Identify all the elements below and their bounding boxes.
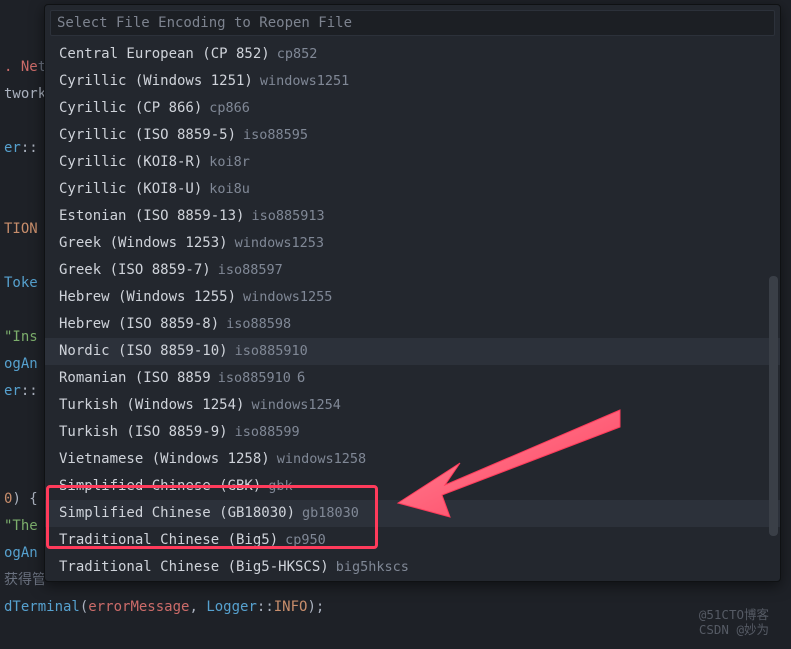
encoding-option-label: Estonian (ISO 8859-13): [59, 203, 244, 230]
encoding-option-id: iso88598: [226, 311, 291, 338]
encoding-option-label: Cyrillic (CP 866): [59, 95, 202, 122]
encoding-option-id: cp852: [277, 41, 318, 68]
encoding-option[interactable]: Greek (Windows 1253) windows1253: [45, 230, 780, 257]
encoding-option-label: Nordic (ISO 8859-10): [59, 338, 228, 365]
search-input[interactable]: [50, 10, 775, 36]
encoding-option-id: gb18030: [302, 500, 359, 527]
encoding-option-label: Turkish (ISO 8859-9): [59, 419, 228, 446]
encoding-option[interactable]: Hebrew (ISO 8859-8) iso88598: [45, 311, 780, 338]
encoding-option-id: iso885910: [235, 338, 308, 365]
encoding-option-label: Cyrillic (Windows 1251): [59, 68, 253, 95]
encoding-option-label: Simplified Chinese (GB18030): [59, 500, 295, 527]
encoding-option[interactable]: Greek (ISO 8859-7) iso88597: [45, 257, 780, 284]
encoding-option-id: iso88595: [243, 122, 308, 149]
encoding-option-label: Cyrillic (ISO 8859-5): [59, 122, 236, 149]
encoding-option[interactable]: Traditional Chinese (Big5-HKSCS) big5hksc…: [45, 554, 780, 581]
encoding-option-id: cp950: [285, 527, 326, 554]
encoding-option-label: Hebrew (ISO 8859-8): [59, 311, 219, 338]
encoding-option-extra: 6: [297, 365, 305, 392]
encoding-option-id: koi8u: [209, 176, 250, 203]
encoding-option[interactable]: Cyrillic (KOI8-U) koi8u: [45, 176, 780, 203]
encoding-option[interactable]: Traditional Chinese (Big5) cp950: [45, 527, 780, 554]
encoding-option-id: koi8r: [209, 149, 250, 176]
encoding-option[interactable]: Cyrillic (Windows 1251) windows1251: [45, 68, 780, 95]
encoding-option[interactable]: Central European (CP 852) cp852: [45, 41, 780, 68]
encoding-option-id: windows1251: [260, 68, 349, 95]
encoding-option[interactable]: Simplified Chinese (GBK) gbk: [45, 473, 780, 500]
encoding-option[interactable]: Nordic (ISO 8859-10) iso885910: [45, 338, 780, 365]
encoding-option-id: gbk: [268, 473, 292, 500]
encoding-option[interactable]: Simplified Chinese (GB18030) gb18030: [45, 500, 780, 527]
encoding-option-label: Vietnamese (Windows 1258): [59, 446, 270, 473]
encoding-option-label: Traditional Chinese (Big5-HKSCS): [59, 554, 329, 581]
search-input-wrap: [45, 5, 780, 41]
encoding-option[interactable]: Romanian (ISO 8859 iso8859106: [45, 365, 780, 392]
encoding-option-id: windows1258: [277, 446, 366, 473]
encoding-option-label: Cyrillic (KOI8-U): [59, 176, 202, 203]
encoding-option[interactable]: Vietnamese (Windows 1258) windows1258: [45, 446, 780, 473]
encoding-option-id: windows1253: [235, 230, 324, 257]
encoding-option-label: Greek (ISO 8859-7): [59, 257, 211, 284]
encoding-option[interactable]: Estonian (ISO 8859-13) iso885913: [45, 203, 780, 230]
encoding-option-id: big5hkscs: [336, 554, 409, 581]
encoding-option-label: Traditional Chinese (Big5): [59, 527, 278, 554]
encoding-picker: Central European (CP 852)cp852Cyrillic (…: [44, 4, 781, 582]
encoding-option-label: Hebrew (Windows 1255): [59, 284, 236, 311]
encoding-option[interactable]: Turkish (Windows 1254) windows1254: [45, 392, 780, 419]
encoding-option-id: iso885913: [251, 203, 324, 230]
encoding-option-label: Simplified Chinese (GBK): [59, 473, 261, 500]
encoding-option[interactable]: Cyrillic (ISO 8859-5) iso88595: [45, 122, 780, 149]
encoding-option[interactable]: Turkish (ISO 8859-9) iso88599: [45, 419, 780, 446]
encoding-option-id: cp866: [209, 95, 250, 122]
encoding-option-label: Central European (CP 852): [59, 41, 270, 68]
encoding-option-id: windows1254: [251, 392, 340, 419]
encoding-option[interactable]: Cyrillic (CP 866) cp866: [45, 95, 780, 122]
encoding-option-id: windows1255: [243, 284, 332, 311]
encoding-option-label: Greek (Windows 1253): [59, 230, 228, 257]
encoding-option-label: Romanian (ISO 8859: [59, 365, 211, 392]
encoding-option[interactable]: Hebrew (Windows 1255) windows1255: [45, 284, 780, 311]
encoding-option-id: iso885910: [218, 365, 291, 392]
encoding-option-label: Cyrillic (KOI8-R): [59, 149, 202, 176]
encoding-option[interactable]: Cyrillic (KOI8-R) koi8r: [45, 149, 780, 176]
encoding-option-label: Turkish (Windows 1254): [59, 392, 244, 419]
scrollbar-thumb[interactable]: [769, 276, 778, 536]
encoding-option-id: iso88597: [218, 257, 283, 284]
encoding-list: Central European (CP 852)cp852Cyrillic (…: [45, 41, 780, 581]
encoding-option-id: iso88599: [235, 419, 300, 446]
